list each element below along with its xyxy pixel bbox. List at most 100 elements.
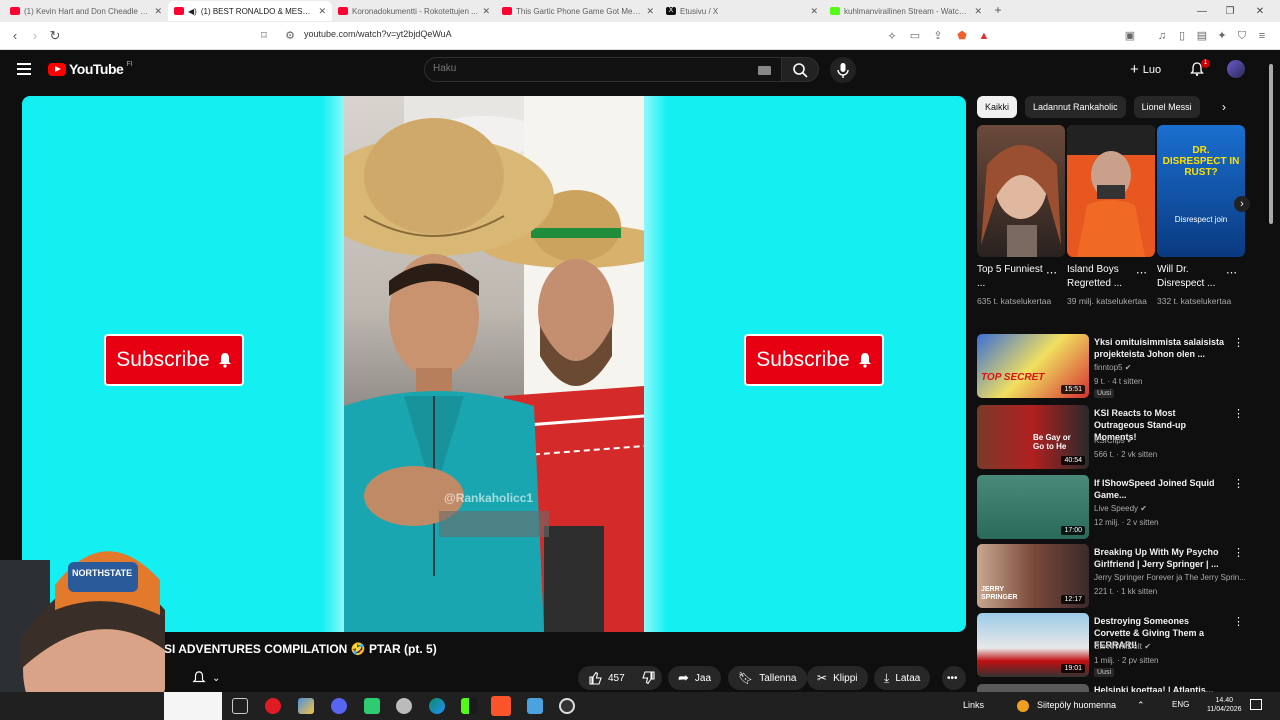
short-thumbnail[interactable]: [977, 125, 1065, 257]
bookmark-icon[interactable]: ⌑: [257, 29, 271, 43]
close-icon[interactable]: ✕: [810, 6, 818, 17]
related-video[interactable]: Be Gay or Go to He 40:54 KSI Reacts to M…: [977, 405, 1267, 469]
browser-tab[interactable]: This Gartic Phone Game Got Me Can... ✕: [496, 1, 660, 21]
chip-all[interactable]: Kaikki: [977, 96, 1018, 118]
clip-button[interactable]: ✂ Klippi: [807, 666, 868, 690]
opera-icon[interactable]: [265, 698, 281, 714]
links-toolbar[interactable]: Links: [963, 700, 984, 710]
related-video[interactable]: 17:00 If IShowSpeed Joined Squid Game...…: [977, 475, 1267, 539]
related-video[interactable]: JERRY SPRINGER 12:17 Breaking Up With My…: [977, 544, 1267, 608]
weather-text[interactable]: Siitepöly huomenna: [1037, 700, 1116, 710]
save-button[interactable]: 🔖︎ Tallenna: [728, 666, 807, 690]
short-thumbnail[interactable]: DR. DISRESPECT IN RUST? Disrespect join: [1157, 125, 1245, 257]
channel-name[interactable]: Live Speedy ✔: [1094, 504, 1147, 513]
more-vertical-icon[interactable]: ⋮: [1233, 336, 1244, 349]
channel-name[interactable]: SteveWillDoIt ✔: [1094, 642, 1151, 651]
browser-tab-active[interactable]: ◀) (1) BEST RONALDO & MESSI... ✕: [168, 1, 332, 21]
close-icon[interactable]: ✕: [974, 6, 982, 17]
sidebar-icon[interactable]: ▯: [1175, 29, 1189, 43]
video-thumbnail[interactable]: [977, 684, 1089, 692]
discord-icon[interactable]: [331, 698, 347, 714]
related-video[interactable]: TOP SECRET 15:51 Yksi omituisimmista sal…: [977, 334, 1267, 398]
vpn-icon[interactable]: ⛉: [1235, 29, 1249, 43]
more-vertical-icon[interactable]: ⋮: [1233, 477, 1244, 490]
more-vertical-icon[interactable]: ⋮: [1233, 546, 1244, 559]
video-title-link[interactable]: Breaking Up With My Psycho Girlfriend | …: [1094, 546, 1226, 570]
youtube-logo[interactable]: YouTube FI: [48, 61, 133, 77]
brave-shield-icon[interactable]: ⬟: [955, 29, 969, 43]
more-vertical-icon[interactable]: ⋯: [1136, 266, 1147, 279]
audio-icon[interactable]: ◀): [188, 7, 197, 16]
more-actions-button[interactable]: •••: [942, 666, 966, 690]
close-window-button[interactable]: ✕: [1244, 0, 1276, 22]
shorts-next-button[interactable]: ›: [1234, 196, 1250, 212]
back-icon[interactable]: ‹: [6, 27, 24, 45]
chip-uploader[interactable]: Ladannut Rankaholic: [1025, 96, 1126, 118]
short-title[interactable]: Top 5 Funniest ...: [977, 263, 1049, 291]
channel-name[interactable]: KSIClips ✔: [1094, 436, 1134, 445]
maximize-button[interactable]: ❐: [1214, 0, 1246, 22]
voice-search-button[interactable]: [830, 57, 856, 83]
close-icon[interactable]: ✕: [646, 6, 654, 17]
channel-name[interactable]: Jerry Springer Forever ja The Jerry Spri…: [1094, 573, 1246, 582]
edge-icon[interactable]: [429, 698, 445, 714]
chevron-right-icon[interactable]: ›: [1222, 100, 1236, 114]
language-indicator[interactable]: ENG: [1172, 700, 1189, 709]
video-thumbnail[interactable]: JERRY SPRINGER 12:17: [977, 544, 1089, 608]
chip-topic[interactable]: Lionel Messi: [1133, 96, 1200, 118]
video-thumbnail[interactable]: 19:01: [977, 613, 1089, 677]
app-icon[interactable]: [298, 698, 314, 714]
browser-tab[interactable]: kuhlmanvirallinen Stream - Watch Li... ✕: [824, 1, 988, 21]
browser-menu-icon[interactable]: ≡: [1255, 29, 1269, 43]
site-info-icon[interactable]: ⚙: [283, 29, 297, 43]
notification-center-icon[interactable]: [1250, 699, 1262, 710]
video-thumbnail[interactable]: Be Gay or Go to He 40:54: [977, 405, 1089, 469]
hamburger-menu-icon[interactable]: [17, 63, 31, 75]
wallet-icon[interactable]: ▤: [1195, 29, 1209, 43]
keyboard-icon[interactable]: [758, 66, 771, 75]
short-title[interactable]: Island Boys Regretted ...: [1067, 263, 1139, 291]
browser-tab[interactable]: X Etusivu / X ✕: [660, 1, 824, 21]
video-title-link[interactable]: Yksi omituisimmista salaisista projektei…: [1094, 336, 1226, 360]
app-icon[interactable]: [364, 698, 380, 714]
channel-name[interactable]: finntop5 ✔: [1094, 363, 1131, 372]
more-vertical-icon[interactable]: ⋯: [1226, 266, 1237, 279]
user-avatar[interactable]: [1227, 60, 1245, 78]
task-view-icon[interactable]: [232, 698, 248, 714]
notification-bell-button[interactable]: ⌄: [186, 666, 226, 690]
brave-rewards-icon[interactable]: ▲: [977, 29, 991, 43]
share-icon[interactable]: ⇪: [931, 29, 945, 43]
new-tab-button[interactable]: +: [988, 0, 1008, 20]
short-title[interactable]: Will Dr. Disrespect ...: [1157, 263, 1229, 291]
video-title-link[interactable]: Helsinki koettaa! | Atlantis...: [1094, 684, 1226, 692]
url-field[interactable]: youtube.com/watch?v=yt2bjdQeWuA: [304, 29, 452, 39]
cast-icon[interactable]: ▭: [908, 29, 922, 43]
extensions-icon[interactable]: ✦: [1215, 29, 1229, 43]
more-vertical-icon[interactable]: ⋯: [1046, 266, 1057, 279]
browser-tab[interactable]: Koronadokumentti - Rokotettujen ... ✕: [332, 1, 496, 21]
search-box[interactable]: [424, 57, 782, 82]
forward-icon[interactable]: ›: [26, 27, 44, 45]
like-button[interactable]: 457: [578, 666, 636, 690]
close-icon[interactable]: ✕: [154, 6, 162, 17]
short-thumbnail[interactable]: [1067, 125, 1155, 257]
brave-icon[interactable]: [491, 696, 511, 716]
video-title-link[interactable]: If IShowSpeed Joined Squid Game...: [1094, 477, 1226, 501]
app-icon[interactable]: [527, 698, 543, 714]
related-video[interactable]: 19:01 Destroying Someones Corvette & Giv…: [977, 613, 1267, 677]
more-vertical-icon[interactable]: ⋮: [1233, 407, 1244, 420]
share-button[interactable]: ➦ Jaa: [668, 666, 722, 690]
reload-icon[interactable]: ↻: [46, 27, 64, 45]
close-icon[interactable]: ✕: [482, 6, 490, 17]
app-icon[interactable]: [396, 698, 412, 714]
media-icon[interactable]: ♫: [1155, 29, 1169, 43]
obs-icon[interactable]: [559, 698, 575, 714]
search-input[interactable]: [433, 63, 733, 74]
download-button[interactable]: ⤓ Lataa: [874, 666, 931, 690]
video-thumbnail[interactable]: 17:00: [977, 475, 1089, 539]
tray-chevron-icon[interactable]: ⌃: [1137, 700, 1145, 711]
reading-list-icon[interactable]: ▣: [1123, 29, 1137, 43]
related-video[interactable]: Helsinki koettaa! | Atlantis...: [977, 684, 1267, 692]
create-button[interactable]: + Luo: [1130, 61, 1161, 78]
more-vertical-icon[interactable]: ⋮: [1233, 615, 1244, 628]
